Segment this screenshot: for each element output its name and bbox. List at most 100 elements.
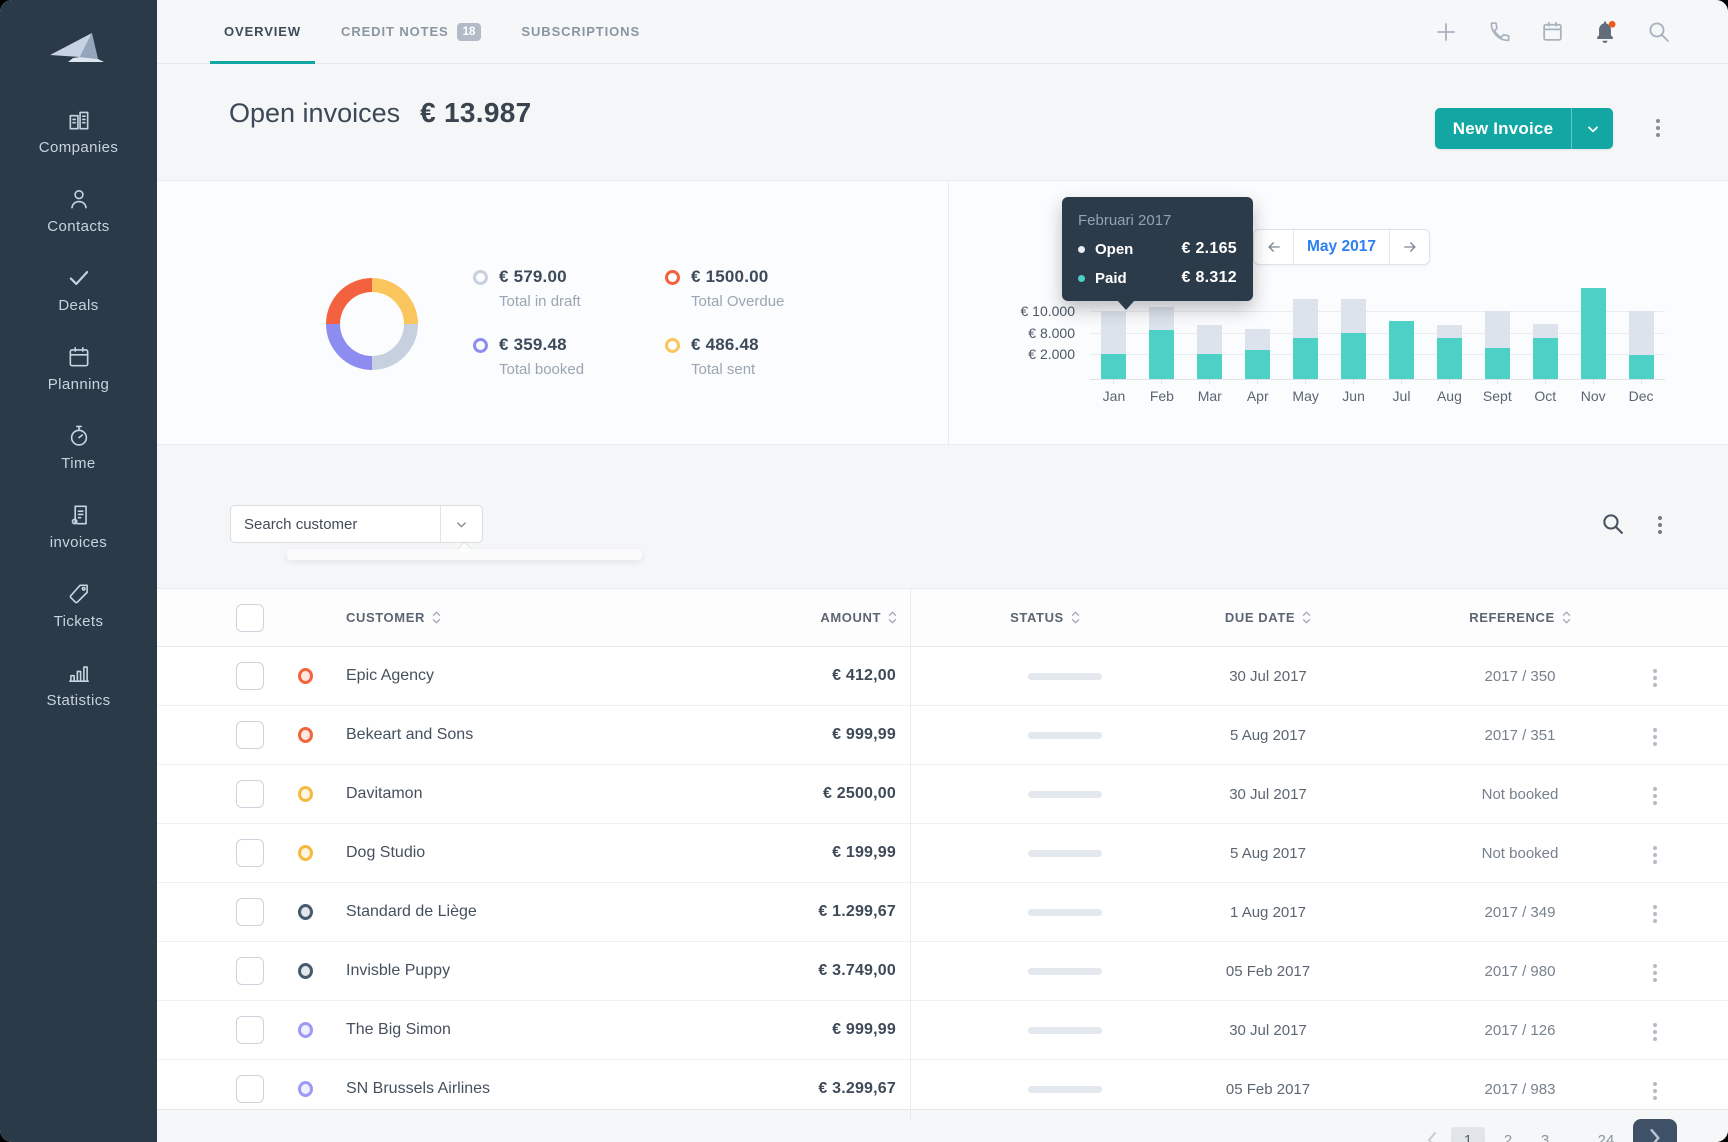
sort-icon [1302,611,1311,624]
row-actions-kebab[interactable] [1651,903,1659,925]
invoice-amount: € 999,99 [832,726,896,743]
new-invoice-dropdown[interactable] [1572,108,1613,149]
row-actions-kebab[interactable] [1651,1080,1659,1102]
bar-may[interactable] [1282,181,1330,379]
tab-credit-notes[interactable]: CREDIT NOTES 18 [327,0,495,63]
sidebar-item-time[interactable]: Time [0,422,157,501]
row-actions-kebab[interactable] [1651,667,1659,689]
table-actions-kebab[interactable] [1654,512,1666,538]
row-actions-kebab[interactable] [1651,1021,1659,1043]
row-actions-kebab[interactable] [1651,844,1659,866]
deals-icon [66,264,92,291]
tab-badge: 18 [456,22,482,41]
app-logo[interactable] [48,24,110,70]
new-invoice-button[interactable]: New Invoice [1435,108,1613,149]
chevron-right-icon [1650,1129,1660,1142]
column-header-amount[interactable]: AMOUNT [657,589,897,646]
table-row: Standard de Liège € 1.299,67 1 Aug 2017 … [157,883,1728,942]
due-date: 30 Jul 2017 [1229,667,1307,685]
column-header-reference[interactable]: REFERENCE [1440,589,1600,646]
header-actions-kebab[interactable] [1652,115,1664,141]
next-page-button[interactable] [1633,1119,1677,1142]
table-search-icon[interactable] [1600,511,1626,537]
x-axis-label: Mar [1186,379,1234,404]
search-customer-input[interactable] [231,506,440,542]
customer-name[interactable]: Epic Agency [346,647,434,705]
row-checkbox[interactable] [236,1075,264,1103]
tickets-icon [66,580,92,607]
invoice-amount: € 999,99 [832,1021,896,1038]
tab-subscriptions[interactable]: SUBSCRIPTIONS [507,0,654,63]
customer-search [230,505,483,543]
row-checkbox[interactable] [236,662,264,690]
sort-icon [1071,611,1080,624]
search-icon[interactable] [1645,19,1671,45]
row-checkbox[interactable] [236,1016,264,1044]
sidebar-item-tickets[interactable]: Tickets [0,580,157,659]
column-header-due-date[interactable]: DUE DATE [1188,589,1348,646]
sidebar-item-statistics[interactable]: Statistics [0,659,157,738]
tab-label: SUBSCRIPTIONS [521,24,641,39]
sidebar-item-contacts[interactable]: Contacts [0,185,157,264]
sidebar-item-companies[interactable]: Companies [0,106,157,185]
time-icon [66,422,92,449]
row-checkbox[interactable] [236,721,264,749]
legend-item: € 579.00 Total in draft [473,267,665,335]
sidebar-item-deals[interactable]: Deals [0,264,157,343]
tab-overview[interactable]: OVERVIEW [210,0,316,64]
contacts-icon [66,185,92,212]
sidebar-item-invoices[interactable]: invoices [0,501,157,580]
customer-name[interactable]: The Big Simon [346,1001,451,1059]
calendar-icon[interactable] [1539,19,1565,45]
bar-dec[interactable] [1617,181,1665,379]
customer-status-dot [298,786,313,802]
bar-nov[interactable] [1569,181,1617,379]
page-1[interactable]: 1 [1451,1126,1485,1142]
donut-hole [340,292,404,356]
legend-value: € 1500.00 [691,267,769,286]
legend-dot [473,338,488,353]
summary-panel: € 579.00 Total in draft € 1500.00 Total … [157,180,1728,445]
customer-name[interactable]: Standard de Liège [346,883,477,941]
bar-aug[interactable] [1425,181,1473,379]
selected-month-label[interactable]: May 2017 [1294,230,1389,264]
column-header-status[interactable]: STATUS [975,589,1115,646]
sidebar: Companies Contacts Deals Planning Time i… [0,0,157,1142]
paid-segment [1580,287,1606,379]
customer-name[interactable]: Invisble Puppy [346,942,450,1000]
page-3[interactable]: 3 [1531,1127,1559,1142]
sidebar-item-planning[interactable]: Planning [0,343,157,422]
table-row: The Big Simon € 999,99 30 Jul 2017 2017 … [157,1001,1728,1060]
select-all-checkbox[interactable] [236,603,264,632]
row-checkbox[interactable] [236,898,264,926]
row-checkbox[interactable] [236,839,264,867]
bar-oct[interactable] [1521,181,1569,379]
row-checkbox[interactable] [236,780,264,808]
row-checkbox[interactable] [236,957,264,985]
next-month-button[interactable] [1389,230,1429,264]
bell-icon[interactable] [1592,19,1618,45]
row-actions-kebab[interactable] [1651,785,1659,807]
page-2[interactable]: 2 [1494,1127,1522,1142]
row-actions-kebab[interactable] [1651,962,1659,984]
row-actions-kebab[interactable] [1651,726,1659,748]
reference: Not booked [1481,785,1559,803]
add-icon[interactable] [1433,19,1459,45]
phone-icon[interactable] [1486,19,1512,45]
table-row: Invisble Puppy € 3.749,00 05 Feb 2017 20… [157,942,1728,1001]
sidebar-item-label: Statistics [46,692,111,709]
column-header-customer[interactable]: CUSTOMER [346,589,441,646]
previous-month-button[interactable] [1254,230,1294,264]
bar-jun[interactable] [1330,181,1378,379]
previous-page-chevron[interactable] [1422,1127,1442,1142]
tooltip-series-value: € 2.165 [1181,240,1237,257]
legend-item: € 1500.00 Total Overdue [665,267,784,335]
bar-jul[interactable] [1378,181,1426,379]
search-filter-dropdown[interactable] [440,506,482,542]
customer-name[interactable]: Dog Studio [346,824,425,882]
customer-name[interactable]: Davitamon [346,765,422,823]
sort-icon [432,611,441,624]
bar-sept[interactable] [1473,181,1521,379]
page-24[interactable]: 24 [1592,1127,1620,1142]
customer-name[interactable]: Bekeart and Sons [346,706,473,764]
